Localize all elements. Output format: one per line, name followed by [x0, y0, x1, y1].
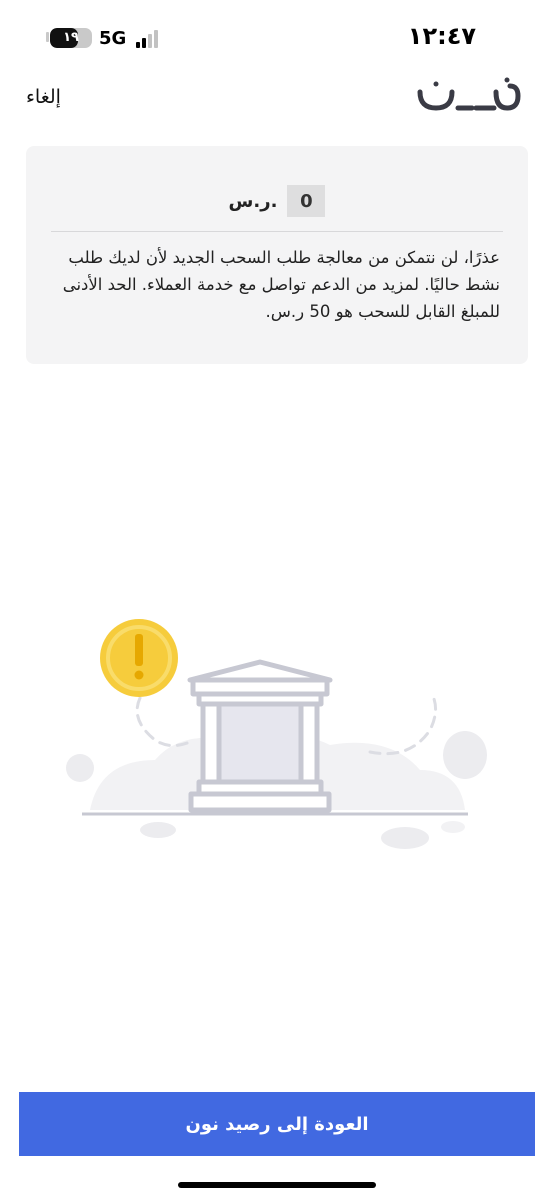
battery-icon: ١٩ — [50, 28, 92, 48]
back-to-noon-balance-button[interactable]: العودة إلى رصيد نون — [19, 1092, 535, 1156]
amount-value: 0 — [287, 185, 326, 217]
signal-bar — [148, 34, 152, 48]
signal-bar — [136, 42, 140, 48]
noon-logo-icon — [417, 77, 521, 111]
network-type: 5G — [99, 28, 127, 49]
signal-bar — [142, 38, 146, 48]
error-message: عذرًا، لن نتمكن من معالجة طلب السحب الجد… — [62, 248, 500, 321]
signal-strength-icon — [136, 30, 162, 48]
bank-illustration — [66, 619, 487, 849]
bank-building-icon — [187, 659, 333, 813]
amount-currency: ر.س. — [228, 190, 278, 212]
battery-level: ١٩ — [63, 30, 79, 45]
home-indicator — [178, 1182, 376, 1188]
coin-exclamation-icon — [100, 619, 178, 697]
status-time: ١٢:٤٧ — [407, 22, 476, 50]
cancel-button[interactable]: إلغاء — [26, 86, 61, 108]
status-bar: ١٩ 5G ١٢:٤٧ — [0, 0, 554, 70]
card-divider — [51, 231, 503, 232]
battery-nub — [46, 32, 49, 42]
amount-row: ر.س. 0 — [26, 185, 528, 217]
withdrawal-info-card: ر.س. 0 عذرًا، لن نتمكن من معالجة طلب الس… — [26, 146, 528, 364]
signal-bar — [154, 30, 158, 48]
